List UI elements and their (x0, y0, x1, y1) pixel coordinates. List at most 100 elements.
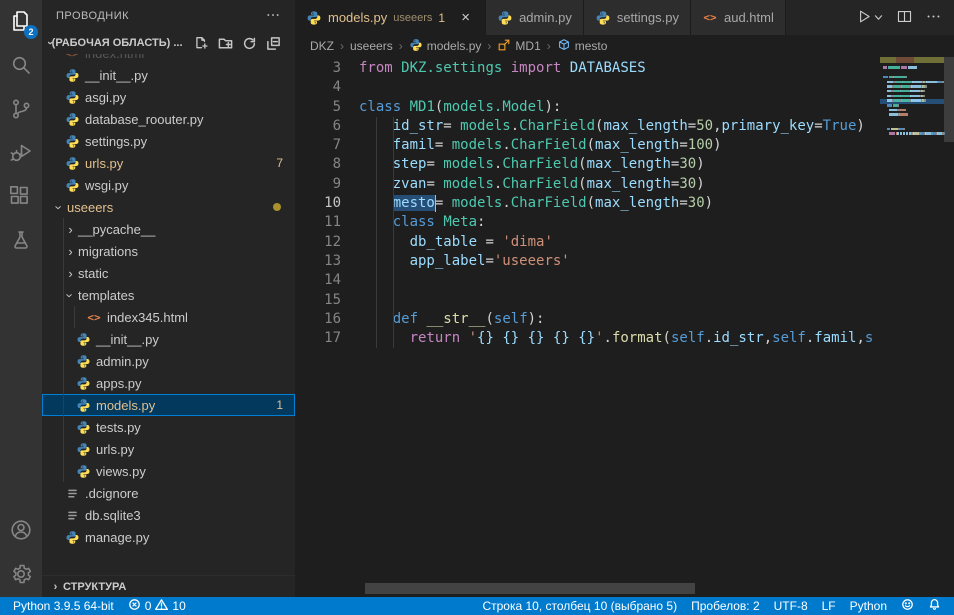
new-file-icon[interactable] (194, 36, 209, 51)
tree-item-label: __init__.py (85, 68, 148, 83)
run-python-file-button[interactable] (856, 8, 884, 28)
activity-testing[interactable] (0, 220, 42, 264)
code-token: def (393, 311, 418, 327)
python-icon (409, 38, 423, 55)
code-token: step (393, 156, 427, 172)
tree-item-database-roouter-py[interactable]: database_roouter.py (42, 108, 295, 130)
tree-item-models-py[interactable]: models.py1 (42, 394, 295, 416)
feedback-button[interactable] (894, 598, 921, 614)
code-token: max_length (595, 137, 679, 153)
close-icon[interactable]: × (457, 9, 474, 26)
code-token: app_label (410, 253, 486, 269)
code-token: = (426, 156, 443, 172)
tree-item-migrations[interactable]: ›migrations (42, 240, 295, 262)
code-token: {} (553, 330, 570, 346)
tree-item-urls-py[interactable]: urls.py7 (42, 152, 295, 174)
refresh-icon[interactable] (242, 36, 257, 51)
more-actions-button[interactable] (925, 8, 942, 28)
activity-run-debug[interactable] (0, 132, 42, 176)
tab-aud-html[interactable]: <>aud.html (691, 0, 786, 35)
vertical-scrollbar[interactable] (944, 57, 954, 142)
tree-item-index345-html[interactable]: <>index345.html (42, 306, 295, 328)
tree-item-views-py[interactable]: views.py (42, 460, 295, 482)
breadcrumb-item-dkz[interactable]: DKZ (310, 39, 334, 53)
activity-explorer[interactable]: 2 (0, 0, 42, 44)
indent-guide (393, 213, 394, 232)
problems-indicator[interactable]: 010 (121, 597, 193, 615)
chevron-down-icon[interactable] (873, 12, 884, 23)
tree-item-init-py[interactable]: __init__.py (42, 328, 295, 350)
tree-item-apps-py[interactable]: apps.py (42, 372, 295, 394)
code-token (544, 330, 552, 346)
code-token: . (705, 330, 713, 346)
split-editor-button[interactable] (896, 8, 913, 28)
tree-item-manage-py[interactable]: manage.py (42, 526, 295, 548)
cursor-position[interactable]: Строка 10, столбец 10 (выбрано 5) (475, 599, 684, 613)
code-token: ): (528, 311, 545, 327)
encoding[interactable]: UTF-8 (767, 599, 815, 613)
views-more-actions-icon[interactable] (265, 7, 281, 26)
tree-item-dcignore[interactable]: .dcignore (42, 482, 295, 504)
line-number: 17 (295, 329, 341, 348)
indent-guide (393, 233, 394, 252)
breadcrumb-item-md1[interactable]: MD1 (497, 38, 540, 55)
indent-guide (376, 252, 377, 271)
breadcrumb-label: models.py (427, 39, 482, 53)
code-token: , (856, 330, 864, 346)
python-interpreter[interactable]: Python 3.9.5 64-bit (6, 597, 121, 615)
indentation-label: Пробелов: 2 (691, 599, 760, 613)
minimap-line (883, 85, 942, 88)
tree-item-wsgi-py[interactable]: wsgi.py (42, 174, 295, 196)
eol-selector[interactable]: LF (815, 599, 843, 613)
horizontal-scrollbar[interactable] (365, 583, 695, 594)
tree-item-db-sqlite3[interactable]: db.sqlite3 (42, 504, 295, 526)
tree-item-templates[interactable]: ›templates (42, 284, 295, 306)
code-token: 30 (679, 156, 696, 172)
code-token: max_length (595, 195, 679, 211)
tree-item-tests-py[interactable]: tests.py (42, 416, 295, 438)
collapse-all-icon[interactable] (266, 36, 281, 51)
breadcrumb-item-models-py[interactable]: models.py (409, 38, 482, 55)
notifications-button[interactable] (921, 598, 948, 614)
python-icon (64, 529, 80, 545)
minimap[interactable] (880, 57, 944, 227)
code-editor[interactable]: 3from DKZ.settings import DATABASES45cla… (295, 57, 954, 597)
activity-accounts[interactable] (0, 509, 42, 553)
code-token: ( (663, 330, 671, 346)
tree-item-asgi-py[interactable]: asgi.py (42, 86, 295, 108)
tree-item-static[interactable]: ›static (42, 262, 295, 284)
code-line-10: 10 mesto= models.CharField(max_length=30… (295, 194, 954, 213)
indent-guide (376, 213, 377, 232)
tab-admin-py[interactable]: admin.py (486, 0, 584, 35)
code-token: : (477, 214, 485, 230)
tree-item-useeers[interactable]: ›useeers (42, 196, 295, 218)
tree-item-admin-py[interactable]: admin.py (42, 350, 295, 372)
tree-item-init-py[interactable]: __init__.py (42, 64, 295, 86)
code-line-15: 15 (295, 291, 954, 310)
activity-settings[interactable] (0, 553, 42, 597)
minimap-highlight-bar (880, 57, 944, 63)
tab-models-py[interactable]: models.pyuseeers1× (295, 0, 486, 35)
language-mode[interactable]: Python (843, 599, 894, 613)
new-folder-icon[interactable] (218, 36, 233, 51)
tree-item-pycache[interactable]: ›__pycache__ (42, 218, 295, 240)
activity-search[interactable] (0, 44, 42, 88)
outline-section-header[interactable]: › СТРУКТУРА (42, 575, 295, 597)
tree-item-urls-py[interactable]: urls.py (42, 438, 295, 460)
indentation[interactable]: Пробелов: 2 (684, 599, 767, 613)
tree-item-settings-py[interactable]: settings.py (42, 130, 295, 152)
workspace-section-header[interactable]: › (РАБОЧАЯ ОБЛАСТЬ) ... (42, 32, 295, 54)
line-number: 15 (295, 291, 341, 310)
activity-source-control[interactable] (0, 88, 42, 132)
symbol-field-icon (557, 38, 571, 55)
code-token: CharField (502, 176, 578, 192)
activity-extensions[interactable] (0, 176, 42, 220)
minimap-line (883, 90, 942, 93)
tree-item-index-html[interactable]: <>index.html (42, 54, 295, 64)
breadcrumb-item-useeers[interactable]: useeers (350, 39, 393, 53)
code-token: = (435, 137, 452, 153)
indent-guide (393, 252, 394, 271)
breadcrumb-item-mesto[interactable]: mesto (557, 38, 608, 55)
tree-item-label: wsgi.py (85, 178, 128, 193)
tab-settings-py[interactable]: settings.py (584, 0, 691, 35)
